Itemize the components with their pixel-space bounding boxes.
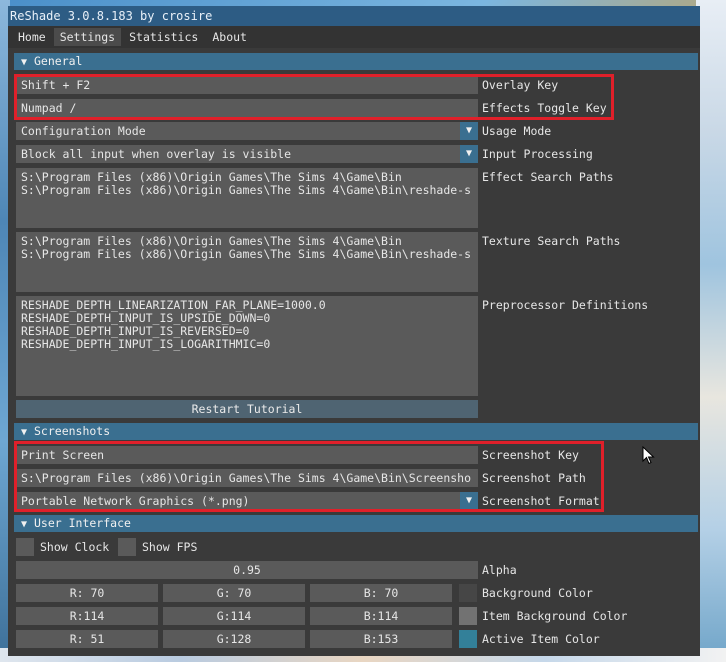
preprocessor-line: RESHADE_DEPTH_INPUT_IS_LOGARITHMIC=0 [21,337,271,351]
collapse-arrow-icon: ▼ [20,57,28,68]
screenshot-key-input[interactable]: Print Screen [16,446,478,464]
screenshot-key-label: Screenshot Key [482,448,579,462]
bg-color-r[interactable]: R: 70 [16,584,158,602]
checkbox-box[interactable] [16,538,34,556]
mouse-cursor-icon [642,446,655,465]
active-item-color-b[interactable]: B:153 [310,630,452,648]
alpha-label: Alpha [482,563,517,577]
show-fps-label: Show FPS [142,540,198,554]
overlay-key-input[interactable]: Shift + F2 [16,76,478,94]
texture-search-paths-textarea[interactable]: S:\Program Files (x86)\Origin Games\The … [16,232,478,292]
effect-search-paths-textarea[interactable]: S:\Program Files (x86)\Origin Games\The … [16,168,478,228]
effect-path-line: S:\Program Files (x86)\Origin Games\The … [21,183,472,197]
usage-mode-value: Configuration Mode [21,124,146,138]
show-clock-checkbox[interactable]: Show Clock [16,537,109,557]
screenshot-path-label: Screenshot Path [482,471,586,485]
bg-color-label: Background Color [482,586,593,600]
screenshot-format-value: Portable Network Graphics (*.png) [21,494,250,508]
active-item-color-label: Active Item Color [482,632,600,646]
active-item-color-swatch[interactable] [459,630,477,648]
collapse-arrow-icon: ▼ [20,427,28,438]
item-bg-color-r[interactable]: R:114 [16,607,158,625]
section-general-title: General [34,54,83,68]
section-general[interactable]: ▼ General [14,53,698,70]
item-bg-color-swatch[interactable] [459,607,477,625]
section-user-interface[interactable]: ▼ User Interface [14,515,698,532]
preprocessor-definitions-textarea[interactable]: RESHADE_DEPTH_LINEARIZATION_FAR_PLANE=10… [16,296,478,396]
input-processing-value: Block all input when overlay is visible [21,147,292,161]
active-item-color-r[interactable]: R: 51 [16,630,158,648]
checkbox-box[interactable] [118,538,136,556]
usage-mode-select[interactable]: Configuration Mode ▼ [16,122,478,140]
bg-color-swatch[interactable] [459,584,477,602]
preprocessor-definitions-label: Preprocessor Definitions [482,298,649,312]
dropdown-arrow-icon[interactable]: ▼ [460,492,478,510]
settings-panel: ▼ General Shift + F2 Overlay Key Numpad /… [8,0,700,662]
alpha-slider[interactable]: 0.95 [16,561,478,579]
item-bg-color-label: Item Background Color [482,609,628,623]
item-bg-color-g[interactable]: G:114 [163,607,305,625]
input-processing-select[interactable]: Block all input when overlay is visible … [16,145,478,163]
show-clock-label: Show Clock [40,540,110,554]
dropdown-arrow-icon[interactable]: ▼ [460,145,478,163]
usage-mode-label: Usage Mode [482,124,552,138]
bg-color-g[interactable]: G: 70 [163,584,305,602]
collapse-arrow-icon: ▼ [20,519,28,530]
screenshot-format-select[interactable]: Portable Network Graphics (*.png) ▼ [16,492,478,510]
input-processing-label: Input Processing [482,147,593,161]
effect-search-paths-label: Effect Search Paths [482,170,614,184]
active-item-color-g[interactable]: G:128 [163,630,305,648]
show-fps-checkbox[interactable]: Show FPS [118,537,197,557]
effects-toggle-key-input[interactable]: Numpad / [16,99,478,117]
section-screenshots[interactable]: ▼ Screenshots [14,423,698,440]
texture-path-line: S:\Program Files (x86)\Origin Games\The … [21,247,472,261]
dropdown-arrow-icon[interactable]: ▼ [460,122,478,140]
bg-color-b[interactable]: B: 70 [310,584,452,602]
effects-toggle-key-label: Effects Toggle Key [482,101,607,115]
restart-tutorial-button[interactable]: Restart Tutorial [16,400,478,418]
section-screenshots-title: Screenshots [34,424,111,438]
texture-search-paths-label: Texture Search Paths [482,234,621,248]
overlay-key-label: Overlay Key [482,78,559,92]
section-user-interface-title: User Interface [34,516,131,530]
item-bg-color-b[interactable]: B:114 [310,607,452,625]
desktop-background-right [696,0,726,662]
screenshot-format-label: Screenshot Format [482,494,600,508]
screenshot-path-input[interactable]: S:\Program Files (x86)\Origin Games\The … [16,469,478,487]
